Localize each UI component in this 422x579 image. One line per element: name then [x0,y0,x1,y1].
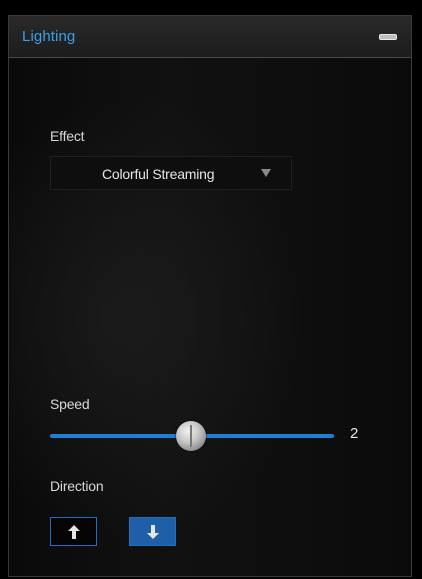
speed-value: 2 [350,425,359,442]
direction-down-button[interactable] [129,517,176,546]
lighting-panel: Lighting Effect Colorful Streaming Speed… [8,15,412,577]
panel-content: Effect Colorful Streaming Speed 2 Direct… [9,58,411,576]
speed-slider-thumb[interactable] [176,421,206,451]
panel-title: Lighting [22,28,76,45]
effect-label: Effect [50,128,85,144]
effect-dropdown-value: Colorful Streaming [102,166,215,182]
panel-header: Lighting [9,16,411,58]
effect-dropdown[interactable]: Colorful Streaming [50,156,292,190]
direction-label: Direction [50,478,104,494]
arrow-up-icon [68,525,80,539]
direction-up-button[interactable] [50,517,97,546]
arrow-down-icon [147,525,159,539]
minus-icon[interactable] [379,34,397,40]
chevron-down-icon [261,169,271,177]
speed-label: Speed [50,396,90,412]
slider-thumb-notch [190,425,192,447]
app-window: Lighting Effect Colorful Streaming Speed… [0,0,422,579]
